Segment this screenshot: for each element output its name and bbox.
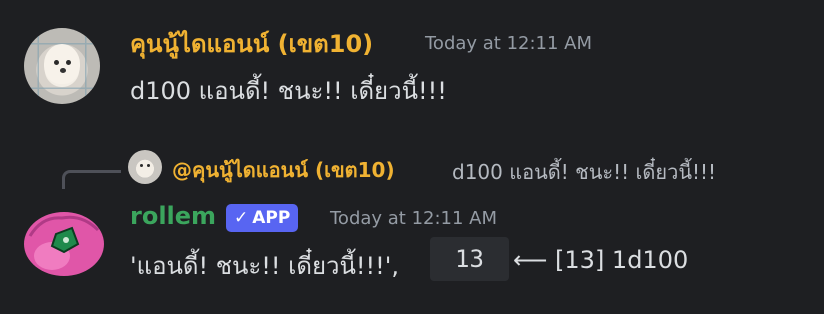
bot-avatar[interactable] <box>22 206 106 282</box>
message-1: คุนนู้ไดแอนน์ (เขต10) Today at 12:11 AM … <box>0 0 824 130</box>
app-badge: ✓ APP <box>226 204 299 232</box>
dog-eye-right <box>66 60 71 65</box>
reply-mention[interactable]: @คุนนู้ไดแอนน์ (เขต10) <box>172 154 395 186</box>
dog-nose <box>60 68 66 73</box>
author-avatar[interactable] <box>24 28 100 104</box>
roll-detail: ⟵ [13] 1d100 <box>513 246 689 274</box>
verified-check-icon: ✓ <box>234 208 249 228</box>
roll-total-code: 13 <box>430 237 509 281</box>
reply-author-avatar[interactable] <box>128 150 162 184</box>
reply-avatar-eye-right <box>147 164 150 167</box>
app-badge-label: APP <box>252 208 291 228</box>
message-timestamp[interactable]: Today at 12:11 AM <box>425 33 592 54</box>
author-name[interactable]: คุนนู้ไดแอนน์ (เขต10) <box>130 24 373 63</box>
bot-message-timestamp[interactable]: Today at 12:11 AM <box>330 208 497 229</box>
message-content: d100 แอนดี้! ชนะ!! เดี๋ยวนี้!!! <box>130 77 447 105</box>
bot-message-prefix: 'แอนดี้! ชนะ!! เดี๋ยวนี้!!!', <box>130 252 400 280</box>
reply-spine <box>62 170 121 189</box>
dice-pip <box>63 237 69 243</box>
dog-eye-left <box>54 60 59 65</box>
bot-author-name[interactable]: rollem <box>130 202 216 230</box>
reply-avatar-eye-left <box>140 164 143 167</box>
reply-preview[interactable]: d100 แอนดี้! ชนะ!! เดี๋ยวนี้!!! <box>452 156 716 188</box>
dog-face <box>44 44 80 84</box>
